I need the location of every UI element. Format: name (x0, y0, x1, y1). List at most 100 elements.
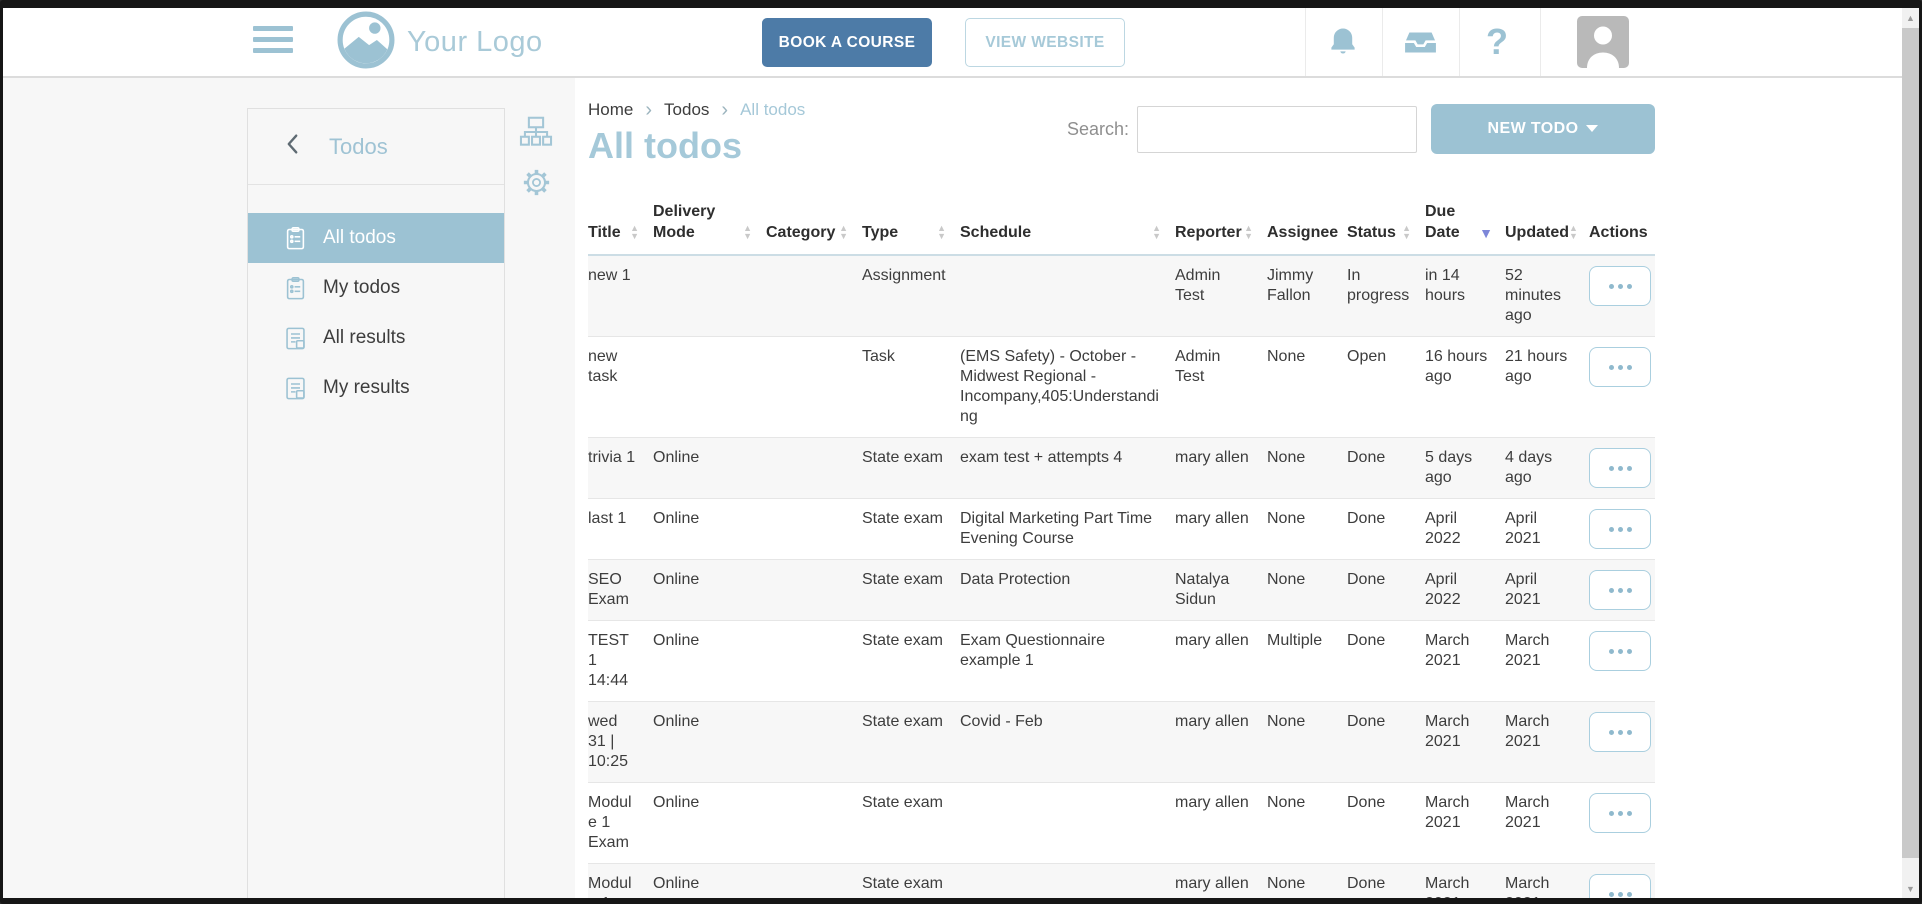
cell-title: SEO Exam (588, 560, 653, 621)
cell-category (766, 783, 862, 864)
column-header-category[interactable]: Category▲▼ (766, 191, 862, 255)
cell-assignee: Multiple (1267, 621, 1347, 702)
cell-assignee: None (1267, 783, 1347, 864)
help-question-icon[interactable]: ? (1464, 8, 1530, 76)
sort-arrows-icon: ▲▼ (1569, 224, 1578, 243)
app-logo[interactable]: Your Logo (337, 11, 543, 73)
scrollbar-thumb[interactable] (1902, 28, 1919, 858)
results-document-icon (282, 325, 309, 352)
cell-reporter: mary allen (1175, 499, 1267, 560)
column-header-title[interactable]: Title▲▼ (588, 191, 653, 255)
sidebar-item-my-todos[interactable]: My todos (248, 263, 504, 313)
table-row: last 1OnlineState examDigital Marketing … (588, 499, 1655, 560)
sitemap-icon[interactable] (516, 112, 556, 152)
cell-category (766, 560, 862, 621)
book-a-course-button[interactable]: BOOK A COURSE (762, 18, 932, 67)
chevron-right-icon: › (645, 102, 652, 119)
column-header-due-date[interactable]: Due Date▼ (1425, 191, 1505, 255)
cell-assignee: None (1267, 337, 1347, 438)
cell-type: Assignment (862, 255, 960, 337)
table-row: SEO ExamOnlineState examData ProtectionN… (588, 560, 1655, 621)
cell-status: Done (1347, 783, 1425, 864)
cell-title: TEST 1 14:44 (588, 621, 653, 702)
column-label: Title (588, 222, 621, 243)
notifications-bell-icon[interactable] (1310, 8, 1376, 76)
cell-status: Open (1347, 337, 1425, 438)
cell-assignee: None (1267, 864, 1347, 899)
cell-schedule: exam test + attempts 4 (960, 438, 1175, 499)
cell-delivery-mode: Online (653, 621, 766, 702)
row-actions-button[interactable] (1589, 266, 1651, 306)
cell-reporter: Natalya Sidun (1175, 560, 1267, 621)
caret-down-icon (1586, 125, 1598, 132)
chevron-right-icon: › (721, 102, 728, 119)
search-input[interactable] (1137, 106, 1417, 153)
column-header-reporter[interactable]: Reporter▲▼ (1175, 191, 1267, 255)
cell-status: Done (1347, 864, 1425, 899)
cell-actions (1589, 702, 1655, 783)
table-row: wed 31 | 10:25OnlineState examCovid - Fe… (588, 702, 1655, 783)
inbox-tray-icon[interactable] (1387, 8, 1453, 76)
cell-updated: March 2021 (1505, 864, 1589, 899)
breadcrumb-todos[interactable]: Todos (664, 100, 709, 120)
new-todo-button[interactable]: NEW TODO (1431, 104, 1655, 154)
cell-actions (1589, 621, 1655, 702)
vertical-scrollbar[interactable]: ▲ ▼ (1902, 8, 1919, 898)
sort-arrows-icon: ▲▼ (1402, 224, 1411, 243)
cell-schedule: Covid - Feb (960, 702, 1175, 783)
ellipsis-icon (1609, 892, 1614, 897)
cell-status: Done (1347, 702, 1425, 783)
column-label: Due Date (1425, 201, 1479, 243)
row-actions-button[interactable] (1589, 874, 1651, 898)
logo-text: Your Logo (407, 26, 543, 59)
cell-actions (1589, 560, 1655, 621)
row-actions-button[interactable] (1589, 509, 1651, 549)
sidebar-item-all-results[interactable]: All results (248, 313, 504, 363)
cell-reporter: mary allen (1175, 702, 1267, 783)
cell-reporter: mary allen (1175, 621, 1267, 702)
cell-updated: April 2021 (1505, 560, 1589, 621)
scroll-up-arrow-icon[interactable]: ▲ (1902, 8, 1919, 27)
cell-category (766, 337, 862, 438)
column-header-delivery-mode[interactable]: Delivery Mode▲▼ (653, 191, 766, 255)
row-actions-button[interactable] (1589, 570, 1651, 610)
cell-type: State exam (862, 702, 960, 783)
cell-assignee: None (1267, 499, 1347, 560)
row-actions-button[interactable] (1589, 347, 1651, 387)
gear-icon[interactable] (516, 162, 556, 202)
divider (1382, 8, 1383, 76)
cell-schedule: Digital Marketing Part Time Evening Cour… (960, 499, 1175, 560)
breadcrumb-home[interactable]: Home (588, 100, 633, 120)
column-header-assignee: Assignee (1267, 191, 1347, 255)
cell-actions (1589, 337, 1655, 438)
cell-status: In progress (1347, 255, 1425, 337)
table-row: Module 1 ExamOnlineState exammary allenN… (588, 783, 1655, 864)
column-label: Reporter (1175, 222, 1242, 243)
row-actions-button[interactable] (1589, 631, 1651, 671)
column-header-type[interactable]: Type▲▼ (862, 191, 960, 255)
sort-arrows-icon: ▲▼ (743, 224, 752, 243)
cell-title: Module 1 Exam (588, 783, 653, 864)
user-avatar[interactable] (1577, 16, 1629, 68)
row-actions-button[interactable] (1589, 448, 1651, 488)
column-header-status[interactable]: Status▲▼ (1347, 191, 1425, 255)
sidebar-item-my-results[interactable]: My results (248, 363, 504, 413)
sidebar-item-all-todos[interactable]: All todos (248, 213, 504, 263)
column-label: Assignee (1267, 222, 1338, 243)
cell-delivery-mode: Online (653, 438, 766, 499)
cell-type: State exam (862, 864, 960, 899)
column-header-schedule[interactable]: Schedule▲▼ (960, 191, 1175, 255)
search-row: Search: NEW TODO (1067, 104, 1655, 154)
row-actions-button[interactable] (1589, 712, 1651, 752)
browser-window: Your Logo BOOK A COURSE VIEW WEBSITE ? (0, 0, 1922, 904)
hamburger-menu-icon[interactable] (253, 26, 293, 58)
column-label: Updated (1505, 222, 1569, 243)
cell-assignee: None (1267, 560, 1347, 621)
scroll-down-arrow-icon[interactable]: ▼ (1902, 879, 1919, 898)
cell-due-date: 16 hours ago (1425, 337, 1505, 438)
row-actions-button[interactable] (1589, 793, 1651, 833)
view-website-button[interactable]: VIEW WEBSITE (965, 18, 1125, 67)
column-label: Type (862, 222, 898, 243)
sidebar-collapse-button[interactable]: Todos (248, 109, 504, 185)
column-header-updated[interactable]: Updated▲▼ (1505, 191, 1589, 255)
